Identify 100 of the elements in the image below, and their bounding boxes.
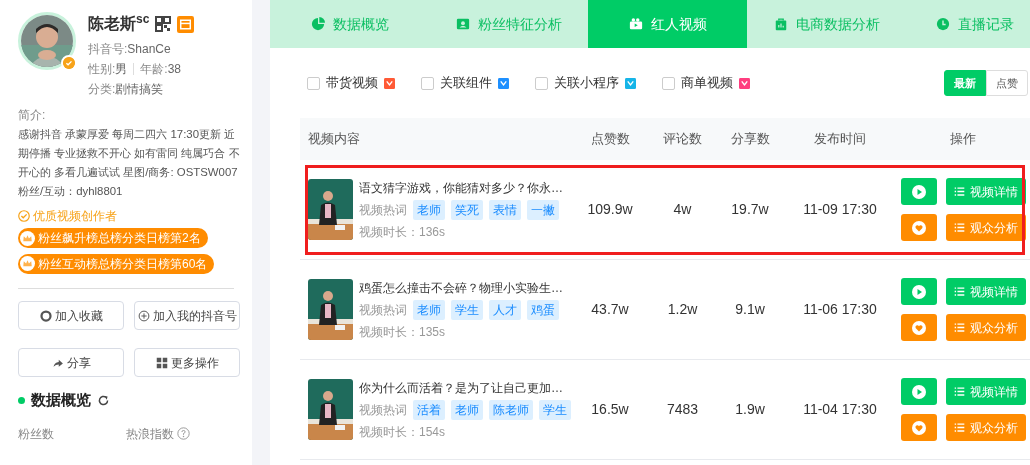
keyword-tag[interactable]: 学生	[539, 399, 571, 420]
keyword-tag[interactable]: 活着	[413, 399, 445, 420]
audience-button[interactable]: 观众分析	[946, 414, 1026, 441]
column-header: 发布时间	[813, 130, 867, 149]
check-circle-icon	[18, 210, 30, 222]
profile-field: 抖音号:ShanCe	[88, 42, 171, 56]
table-cell-text: 109.9w	[586, 200, 634, 219]
hot-words-label: 视频热词	[359, 201, 407, 219]
table-cell-text: 4w	[672, 200, 693, 219]
profile-field: 分类:剧情搞笑	[88, 82, 164, 96]
profile-field: 性别:男	[88, 59, 128, 79]
table-cell-text: 11-09 17:30	[802, 200, 878, 219]
tab[interactable]: 数据概览	[270, 0, 429, 48]
tab[interactable]: 直播记录	[906, 0, 1030, 48]
filter-label: 关联组件	[440, 74, 492, 93]
action-button[interactable]: 分享	[18, 348, 124, 377]
video-camera-icon	[628, 17, 643, 31]
detail-button[interactable]: 视频详情	[946, 378, 1026, 405]
checkbox[interactable]	[535, 76, 548, 90]
profile-field: 年龄:38	[140, 59, 182, 79]
bio-label: 简介:	[18, 107, 47, 124]
hot-words-label: 视频热词	[359, 401, 407, 419]
quality-tag: 优质视频创作者	[33, 207, 117, 225]
keyword-tag[interactable]: 学生	[451, 299, 483, 320]
sort-button[interactable]: 最新	[944, 69, 986, 97]
checkbox[interactable]	[307, 76, 320, 90]
table-cell-text: 7483	[665, 400, 700, 419]
filter-label: 带货视频	[326, 74, 378, 93]
sort-button[interactable]: 点赞	[986, 69, 1028, 97]
refresh-icon[interactable]	[97, 393, 110, 407]
column-header: 操作	[948, 130, 977, 149]
keyword-tag[interactable]: 老师	[451, 399, 483, 420]
crown-icon	[20, 256, 35, 271]
shop-icon[interactable]	[177, 15, 195, 33]
video-duration: 视频时长：135s	[359, 323, 447, 341]
play-button[interactable]	[901, 178, 937, 205]
help-icon[interactable]	[177, 427, 190, 440]
video-duration: 视频时长：136s	[359, 223, 447, 241]
pie-chart-icon	[310, 17, 325, 31]
list-icon	[954, 322, 965, 333]
tag-icon	[739, 77, 750, 89]
table-cell-text: 19.7w	[730, 200, 770, 219]
table-cell-text: 11-04 17:30	[802, 400, 878, 419]
keyword-tag[interactable]: 笑死	[451, 199, 483, 220]
table-cell-text: 1.2w	[666, 300, 699, 319]
tab[interactable]: 电商数据分析	[747, 0, 906, 48]
filter-label: 商单视频	[681, 74, 733, 93]
keyword-tag[interactable]: 一撇	[527, 199, 559, 220]
ring-icon	[39, 309, 52, 322]
tag-icon	[498, 77, 509, 89]
checkbox[interactable]	[421, 76, 434, 90]
grid-icon	[155, 356, 168, 369]
column-header: 评论数	[662, 130, 703, 149]
play-button[interactable]	[901, 378, 937, 405]
keyword-tag[interactable]: 表情	[489, 199, 521, 220]
like-button[interactable]	[901, 214, 937, 241]
keyword-tag[interactable]: 老师	[413, 199, 445, 220]
list-icon	[954, 286, 965, 297]
tag-icon	[384, 77, 395, 89]
action-button[interactable]: 加入我的抖音号	[134, 301, 240, 330]
list-icon	[954, 386, 965, 397]
detail-button[interactable]: 视频详情	[946, 278, 1026, 305]
plus-circle-icon	[137, 309, 150, 322]
crown-icon	[20, 230, 35, 246]
tab[interactable]: 红人视频	[588, 0, 747, 48]
keyword-tag[interactable]: 陈老师	[489, 399, 533, 420]
checkbox[interactable]	[662, 76, 675, 90]
keyword-tag[interactable]: 老师	[413, 299, 445, 320]
play-icon	[911, 283, 927, 300]
action-button[interactable]: 加入收藏	[18, 301, 124, 330]
audience-button[interactable]: 观众分析	[946, 314, 1026, 341]
filter-label: 关联小程序	[554, 74, 619, 93]
person-card-icon	[455, 17, 470, 31]
video-title[interactable]: 语文猜字游戏，你能猜对多少？你永…	[359, 178, 563, 197]
play-icon	[911, 383, 927, 400]
play-button[interactable]	[901, 278, 937, 305]
tab[interactable]: 粉丝特征分析	[429, 0, 588, 48]
qr-code-icon[interactable]	[155, 16, 172, 32]
stat-label: 粉丝数	[18, 425, 54, 443]
action-button[interactable]: 更多操作	[134, 348, 240, 377]
table-cell-text: 1.9w	[734, 400, 766, 419]
video-title[interactable]: 你为什么而活着？是为了让自己更加…	[359, 378, 571, 397]
hot-words-label: 视频热词	[359, 301, 407, 319]
audience-button[interactable]: 观众分析	[946, 214, 1026, 241]
keyword-tag[interactable]: 人才	[489, 299, 521, 320]
section-title: 数据概览	[31, 390, 91, 410]
detail-button[interactable]: 视频详情	[946, 178, 1026, 205]
shopping-bag-icon	[773, 17, 788, 31]
clock-icon	[936, 17, 950, 31]
play-icon	[911, 183, 927, 200]
keyword-tag[interactable]: 鸡蛋	[527, 299, 559, 320]
column-header: 点赞数	[589, 130, 631, 149]
video-title[interactable]: 鸡蛋怎么撞击不会碎？物理小实验生…	[359, 278, 563, 297]
stat-label: 热浪指数	[126, 425, 174, 443]
table-cell-text: 11-06 17:30	[802, 300, 878, 319]
list-icon	[954, 222, 965, 233]
status-dot-icon	[18, 396, 25, 404]
table-cell-text: 16.5w	[590, 400, 630, 419]
like-button[interactable]	[901, 414, 937, 441]
like-button[interactable]	[901, 314, 937, 341]
